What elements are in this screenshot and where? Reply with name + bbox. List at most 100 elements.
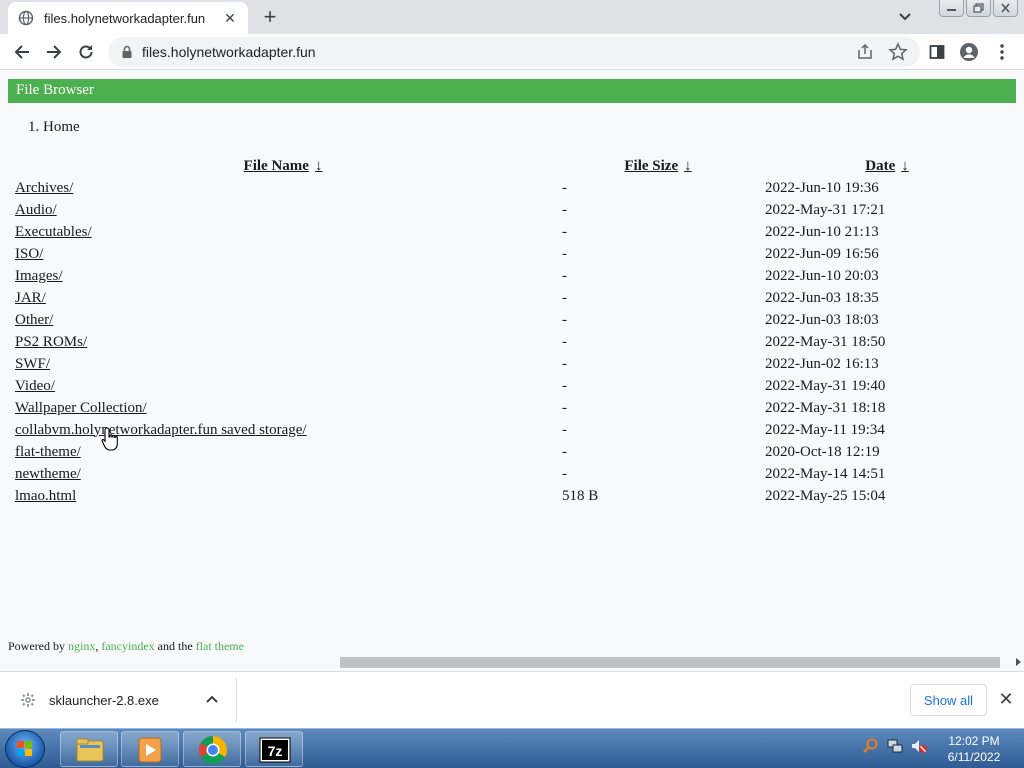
system-clock[interactable]: 12:02 PM 6/11/2022 [938, 733, 1010, 765]
download-filename: sklauncher-2.8.exe [49, 693, 159, 708]
taskbar-chrome[interactable] [183, 731, 241, 767]
file-link[interactable]: Executables/ [15, 224, 92, 240]
table-row: SWF/ - 2022-Jun-02 16:13 [8, 353, 1016, 375]
file-date: 2022-May-31 19:40 [765, 377, 886, 394]
file-link[interactable]: SWF/ [15, 356, 50, 372]
address-bar[interactable]: files.holynetworkadapter.fun [108, 37, 920, 67]
downloads-close-icon[interactable]: ✕ [997, 690, 1015, 708]
table-header-row: File Name ↓ File Size ↓ Date ↓ [8, 155, 1016, 177]
file-link[interactable]: Other/ [15, 312, 53, 328]
column-header-date: Date ↓ [758, 155, 1016, 177]
tab-close-icon[interactable]: ✕ [222, 10, 238, 26]
file-link[interactable]: newtheme/ [15, 466, 81, 482]
sort-by-date-link[interactable]: Date [865, 158, 895, 174]
media-player-icon [138, 737, 162, 763]
column-header-name: File Name ↓ [8, 155, 558, 177]
share-icon[interactable] [856, 43, 874, 61]
executable-file-icon [20, 692, 36, 708]
file-link[interactable]: lmao.html [15, 488, 76, 504]
browser-tab[interactable]: files.holynetworkadapter.fun ✕ [8, 2, 248, 34]
bookmark-star-icon[interactable] [888, 42, 908, 62]
window-controls [939, 0, 1018, 17]
tab-strip: files.holynetworkadapter.fun ✕ + [0, 0, 1024, 34]
globe-icon [18, 10, 34, 26]
breadcrumb-home[interactable]: Home [43, 119, 80, 135]
browser-toolbar: files.holynetworkadapter.fun [0, 34, 1024, 70]
table-row: collabvm.holynetworkadapter.fun saved st… [8, 419, 1016, 441]
page-footer: Powered by nginx, fancyindex and the fla… [8, 639, 244, 654]
network-tray-icon[interactable] [886, 737, 904, 755]
sort-arrow-icon[interactable]: ↓ [684, 158, 692, 174]
flat-theme-link[interactable]: flat theme [196, 639, 244, 653]
side-panel-icon[interactable] [927, 42, 947, 62]
taskbar-7zip[interactable]: 7z [245, 731, 303, 767]
table-row: newtheme/ - 2022-May-14 14:51 [8, 463, 1016, 485]
forward-arrow-icon[interactable] [42, 40, 66, 64]
sort-arrow-icon[interactable]: ↓ [901, 158, 909, 174]
table-row: Other/ - 2022-Jun-03 18:03 [8, 309, 1016, 331]
back-arrow-icon[interactable] [10, 40, 34, 64]
file-date: 2020-Oct-18 12:19 [765, 443, 880, 460]
file-size: - [562, 267, 567, 284]
file-date: 2022-Jun-03 18:35 [765, 289, 879, 306]
tab-search-chevron-icon[interactable] [895, 7, 915, 27]
restore-icon[interactable] [966, 0, 991, 17]
file-date: 2022-Jun-10 19:36 [765, 179, 879, 196]
file-table: File Name ↓ File Size ↓ Date ↓ Archives/ - 20… [8, 155, 1016, 507]
file-date: 2022-May-14 14:51 [765, 465, 886, 482]
file-size: - [562, 179, 567, 196]
file-link[interactable]: Images/ [15, 268, 62, 284]
kebab-menu-icon[interactable] [992, 42, 1012, 62]
show-all-button[interactable]: Show all [910, 684, 987, 716]
file-size: - [562, 399, 567, 416]
scrollbar-thumb[interactable] [340, 657, 1000, 668]
sort-arrow-icon[interactable]: ↓ [315, 158, 323, 174]
file-size: - [562, 311, 567, 328]
windows-taskbar: 7z 12:02 PM 6/11/2022 [0, 728, 1024, 768]
minimize-icon[interactable] [939, 0, 964, 17]
profile-avatar-icon[interactable] [959, 42, 979, 62]
start-button[interactable] [5, 730, 45, 768]
table-row: flat-theme/ - 2020-Oct-18 12:19 [8, 441, 1016, 463]
tab-title: files.holynetworkadapter.fun [44, 10, 206, 26]
file-size: - [562, 355, 567, 372]
lock-icon[interactable] [120, 45, 134, 59]
taskbar-file-explorer[interactable] [60, 731, 118, 767]
search-tray-icon[interactable] [862, 737, 880, 755]
file-link[interactable]: flat-theme/ [15, 444, 81, 460]
file-link[interactable]: Archives/ [15, 180, 73, 196]
table-row: Video/ - 2022-May-31 19:40 [8, 375, 1016, 397]
table-row: JAR/ - 2022-Jun-03 18:35 [8, 287, 1016, 309]
taskbar-media-player[interactable] [121, 731, 179, 767]
nginx-link[interactable]: nginx [68, 639, 95, 653]
file-link[interactable]: Video/ [15, 378, 55, 394]
scroll-right-arrow-icon[interactable] [1016, 658, 1021, 666]
file-date: 2022-May-31 18:50 [765, 333, 886, 350]
file-size: - [562, 333, 567, 350]
horizontal-scrollbar[interactable] [0, 655, 1024, 670]
file-date: 2022-Jun-09 16:56 [765, 245, 879, 262]
sort-by-name-link[interactable]: File Name [244, 158, 309, 174]
breadcrumb: 1. Home [28, 119, 80, 136]
file-size: - [562, 443, 567, 460]
file-link[interactable]: PS2 ROMs/ [15, 334, 87, 350]
volume-muted-icon[interactable] [910, 737, 928, 755]
file-size: 518 B [562, 487, 599, 504]
screen: files.holynetworkadapter.fun ✕ + files.h… [0, 0, 1024, 768]
file-size: - [562, 465, 567, 482]
7zip-icon: 7z [259, 737, 291, 763]
file-link[interactable]: JAR/ [15, 290, 46, 306]
fancyindex-link[interactable]: fancyindex [101, 639, 154, 653]
window-close-icon[interactable] [993, 0, 1018, 17]
chevron-up-icon[interactable] [205, 692, 219, 706]
url-text[interactable]: files.holynetworkadapter.fun [142, 44, 316, 60]
file-link[interactable]: collabvm.holynetworkadapter.fun saved st… [15, 422, 307, 438]
download-item[interactable]: sklauncher-2.8.exe [0, 678, 237, 722]
file-link[interactable]: Wallpaper Collection/ [15, 400, 147, 416]
sort-by-size-link[interactable]: File Size [624, 158, 678, 174]
file-link[interactable]: ISO/ [15, 246, 43, 262]
file-date: 2022-Jun-10 20:03 [765, 267, 879, 284]
reload-icon[interactable] [74, 40, 98, 64]
file-link[interactable]: Audio/ [15, 202, 57, 218]
new-tab-icon[interactable]: + [258, 5, 282, 29]
